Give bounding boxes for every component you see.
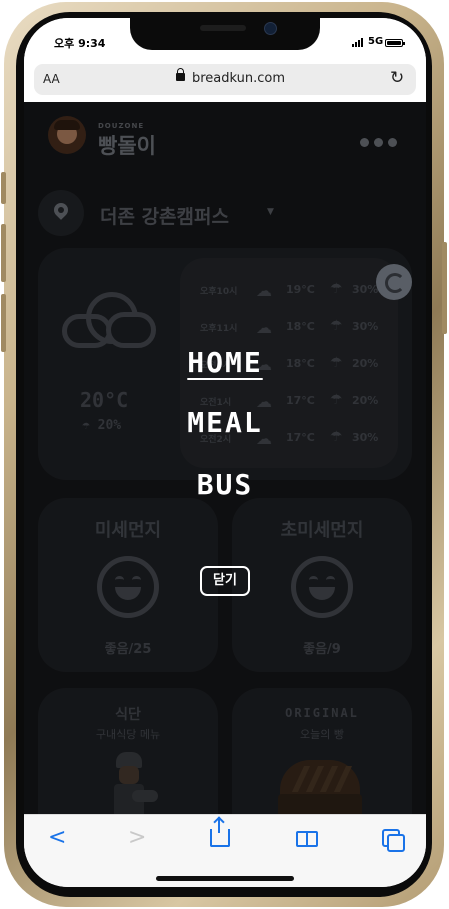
screen: 오후 9:34 5G AA breadkun.com ↻ DOUZONE 빵돌이…: [24, 18, 426, 887]
app-content: DOUZONE 빵돌이 더존 강촌캠퍼스 ▼ 20°C ☂ 20% 오후10시 …: [24, 102, 426, 814]
status-time: 오후 9:34: [54, 37, 106, 50]
bookmarks-icon[interactable]: [296, 831, 318, 847]
side-button: [1, 172, 6, 204]
battery-icon: [385, 39, 405, 47]
notch: [130, 18, 320, 50]
nav-meal-link[interactable]: MEAL: [24, 406, 426, 439]
menu-overlay[interactable]: [24, 102, 426, 814]
refresh-icon[interactable]: [376, 264, 412, 300]
forward-icon[interactable]: >: [128, 825, 146, 850]
url-text[interactable]: breadkun.com: [192, 71, 285, 86]
close-menu-button[interactable]: 닫기: [200, 566, 250, 596]
home-indicator[interactable]: [156, 876, 294, 881]
side-button: [1, 294, 6, 352]
camera: [264, 22, 277, 35]
side-button: [1, 224, 6, 282]
side-button: [442, 242, 447, 334]
text-size-button[interactable]: AA: [43, 72, 60, 86]
lock-icon: [176, 68, 185, 81]
signal-icon: [352, 38, 363, 47]
back-icon[interactable]: <: [48, 825, 66, 850]
share-icon[interactable]: [210, 819, 230, 847]
nav-home-link[interactable]: HOME: [24, 346, 426, 379]
network-label: 5G: [368, 36, 384, 47]
nav-bus-link[interactable]: BUS: [24, 468, 426, 501]
reload-icon[interactable]: ↻: [390, 68, 404, 88]
tabs-icon[interactable]: [382, 829, 405, 852]
address-bar[interactable]: AA breadkun.com ↻: [34, 64, 416, 95]
speaker: [200, 25, 246, 31]
